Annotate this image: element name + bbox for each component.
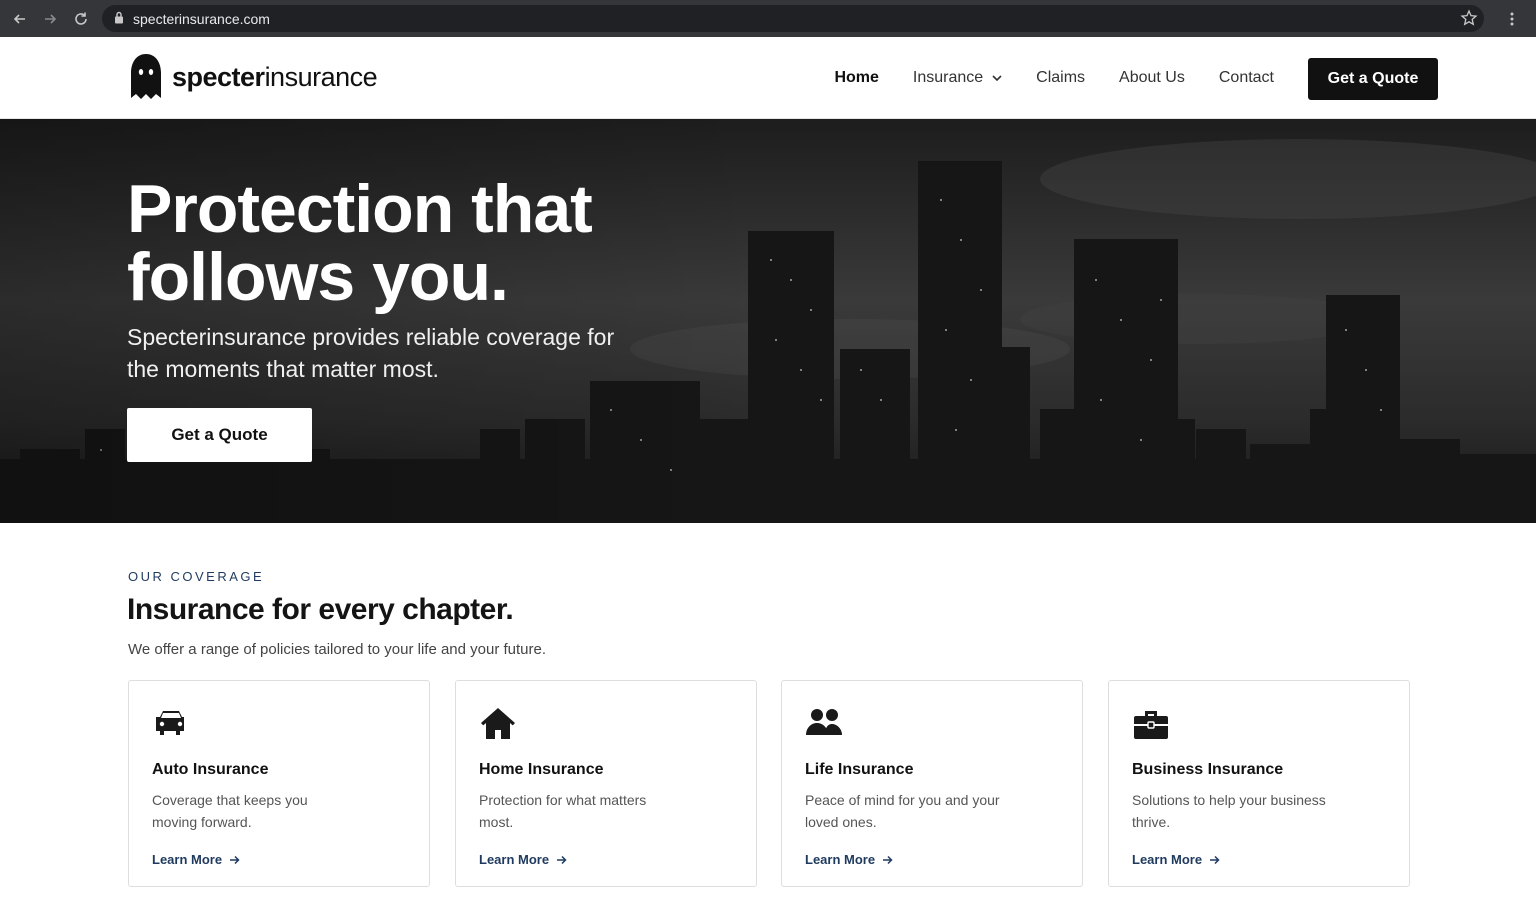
hero-title-line2: follows you. <box>127 239 509 315</box>
briefcase-icon <box>1134 711 1168 739</box>
card-description: Protection for what matters most. <box>479 792 647 830</box>
lock-icon <box>115 11 123 24</box>
learn-more-link[interactable]: Learn More <box>1132 852 1220 867</box>
star-icon[interactable] <box>1460 9 1478 27</box>
card-title: Business Insurance <box>1132 761 1284 778</box>
learn-more-link[interactable]: Learn More <box>479 852 567 867</box>
nav-home[interactable]: Home <box>834 69 878 87</box>
arrow-right-icon <box>557 855 567 864</box>
hero-section: Protection that follows you. Specterinsu… <box>0 119 1536 523</box>
card-description: Coverage that keeps you moving forward. <box>152 792 308 830</box>
nav-about-us[interactable]: About Us <box>1119 69 1185 87</box>
ghost-logo-icon <box>131 54 161 99</box>
section-title: Insurance for every chapter. <box>127 593 514 626</box>
chevron-down-icon <box>992 75 1002 81</box>
logo[interactable]: specterinsurance <box>128 53 378 101</box>
learn-more-label: Learn More <box>805 852 876 867</box>
learn-more-label: Learn More <box>479 852 550 867</box>
card-title: Life Insurance <box>805 761 914 778</box>
site-header: specterinsurance Home Insurance Claims A… <box>0 37 1536 119</box>
learn-more-label: Learn More <box>152 852 223 867</box>
learn-more-link[interactable]: Learn More <box>152 852 240 867</box>
nav-insurance[interactable]: Insurance <box>913 69 1002 87</box>
nav-contact[interactable]: Contact <box>1219 69 1274 87</box>
coverage-card-auto[interactable]: Auto Insurance Coverage that keeps you m… <box>128 680 430 887</box>
header-get-quote-button[interactable]: Get a Quote <box>1308 58 1438 100</box>
coverage-card-life[interactable]: Life Insurance Peace of mind for you and… <box>781 680 1083 887</box>
section-subtitle: We offer a range of policies tailored to… <box>128 641 547 658</box>
card-description: Solutions to help your business thrive. <box>1132 792 1326 830</box>
forward-icon[interactable] <box>39 8 61 30</box>
learn-more-label: Learn More <box>1132 852 1203 867</box>
logo-text-light: insurance <box>264 61 378 92</box>
main-nav: Home Insurance Claims About Us Contact <box>800 37 1274 119</box>
card-description: Peace of mind for you and your loved one… <box>805 792 1000 830</box>
address-bar[interactable]: specterinsurance.com <box>102 5 1484 32</box>
back-icon[interactable] <box>9 8 31 30</box>
card-title: Home Insurance <box>479 761 604 778</box>
hero-title-line1: Protection that <box>127 171 593 247</box>
nav-claims[interactable]: Claims <box>1036 69 1085 87</box>
house-icon <box>481 708 515 739</box>
menu-dots-icon[interactable] <box>1501 8 1523 30</box>
learn-more-link[interactable]: Learn More <box>805 852 893 867</box>
url-text: specterinsurance.com <box>133 11 270 27</box>
card-title: Auto Insurance <box>152 761 269 778</box>
coverage-card-business[interactable]: Business Insurance Solutions to help you… <box>1108 680 1410 887</box>
coverage-card-home[interactable]: Home Insurance Protection for what matte… <box>455 680 757 887</box>
browser-chrome: specterinsurance.com <box>0 0 1536 37</box>
people-icon <box>806 709 842 735</box>
arrow-right-icon <box>1210 855 1220 864</box>
arrow-right-icon <box>230 855 240 864</box>
section-eyebrow: OUR COVERAGE <box>128 569 265 584</box>
hero-title: Protection that follows you. <box>127 175 747 311</box>
hero-subtitle: Specterinsurance provides reliable cover… <box>127 324 615 382</box>
car-icon <box>156 711 184 735</box>
nav-insurance-label: Insurance <box>912 69 984 86</box>
logo-text-bold: specter <box>172 61 265 92</box>
hero-get-quote-button[interactable]: Get a Quote <box>127 408 312 462</box>
reload-icon[interactable] <box>70 8 92 30</box>
arrow-right-icon <box>883 855 893 864</box>
